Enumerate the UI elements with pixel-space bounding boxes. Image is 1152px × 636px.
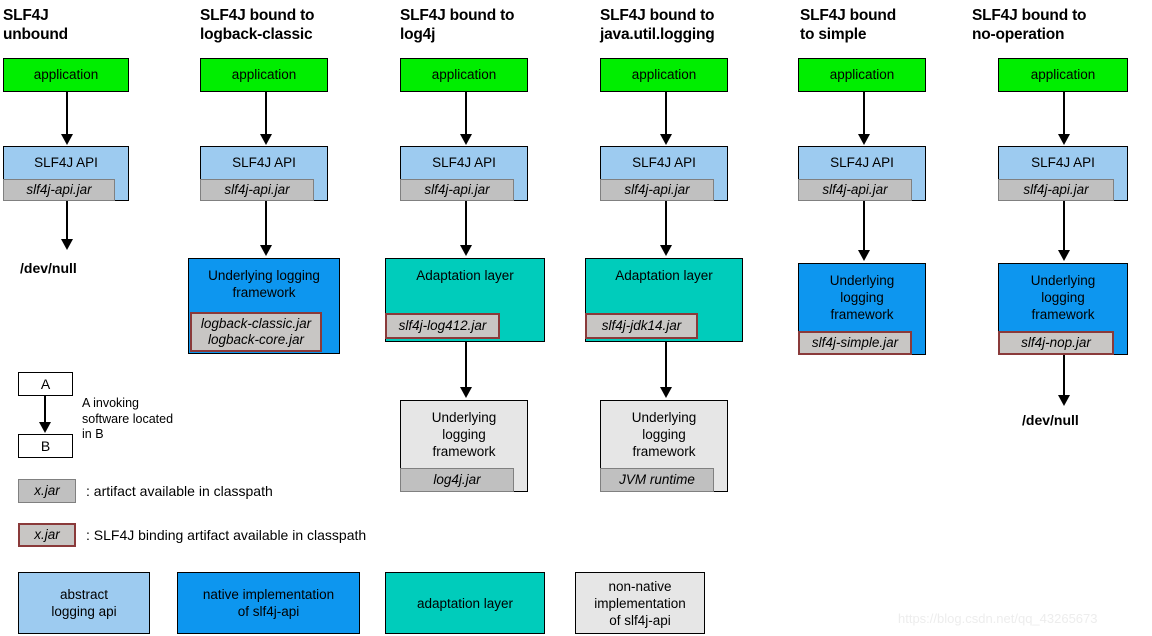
node-label: SLF4J API — [830, 155, 894, 170]
legend-chip-artifact: x.jar — [18, 479, 76, 503]
legend-arrow-description: A invoking software located in B — [82, 396, 174, 441]
node-application-logback-classic: application — [200, 58, 328, 92]
node-application-unbound: application — [3, 58, 129, 92]
legend-chip-binding-artifact: x.jar — [18, 523, 76, 547]
node-label: Underlying logging framework — [829, 273, 895, 322]
jar-slf4j-api-no-operation: slf4j-api.jar — [998, 179, 1114, 201]
terminal-devnull-no-operation: /dev/null — [1022, 412, 1079, 428]
jar-binding-slf4j-simple: slf4j-simple.jar — [798, 331, 912, 355]
node-label: application — [231, 67, 297, 82]
jar-jvm-runtime: JVM runtime — [600, 468, 714, 492]
node-label: application — [829, 67, 895, 82]
column-title-java-util-logging: SLF4J bound to java.util.logging — [600, 7, 715, 43]
node-label: application — [33, 67, 99, 82]
legend-swatch-native-implementation: native implementation of slf4j-api — [177, 572, 360, 634]
column-title-unbound: SLF4J unbound — [3, 7, 68, 43]
node-label: Underlying logging framework — [1030, 273, 1096, 322]
jar-binding-slf4j-nop: slf4j-nop.jar — [998, 331, 1114, 355]
node-label: SLF4J API — [1031, 155, 1095, 170]
column-title-no-operation: SLF4J bound to no-operation — [972, 7, 1087, 43]
node-label: Underlying logging framework — [631, 410, 697, 459]
node-application-log4j: application — [400, 58, 528, 92]
column-title-logback-classic: SLF4J bound to logback-classic — [200, 7, 315, 43]
jar-slf4j-api-logback-classic: slf4j-api.jar — [200, 179, 314, 201]
node-label: SLF4J API — [632, 155, 696, 170]
jar-binding-slf4j-jdk14: slf4j-jdk14.jar — [585, 313, 698, 339]
legend-swatch-abstract-logging-api: abstract logging api — [18, 572, 150, 634]
node-label: application — [631, 67, 697, 82]
jar-log4j: log4j.jar — [400, 468, 514, 492]
node-application-simple: application — [798, 58, 926, 92]
jar-slf4j-api-unbound: slf4j-api.jar — [3, 179, 115, 201]
column-title-simple: SLF4J bound to simple — [800, 7, 896, 43]
legend-artifact-description: : artifact available in classpath — [86, 483, 273, 499]
legend-binding-artifact-description: : SLF4J binding artifact available in cl… — [86, 527, 367, 543]
node-label: Underlying logging framework — [431, 410, 497, 459]
column-title-log4j: SLF4J bound to log4j — [400, 7, 515, 43]
jar-binding-logback: logback-classic.jar logback-core.jar — [190, 312, 322, 352]
jar-slf4j-api-java-util-logging: slf4j-api.jar — [600, 179, 714, 201]
watermark: https://blog.csdn.net/qq_43265673 — [898, 611, 1098, 626]
jar-binding-slf4j-log412: slf4j-log412.jar — [385, 313, 500, 339]
node-label: application — [431, 67, 497, 82]
terminal-devnull-unbound: /dev/null — [20, 260, 77, 276]
node-label: Underlying logging framework — [208, 268, 320, 300]
legend-node-a: A — [18, 372, 73, 396]
legend-node-b: B — [18, 434, 73, 458]
legend-swatch-adaptation-layer: adaptation layer — [385, 572, 545, 634]
node-application-java-util-logging: application — [600, 58, 728, 92]
legend-swatch-non-native-implementation: non-native implementation of slf4j-api — [575, 572, 705, 634]
jar-slf4j-api-log4j: slf4j-api.jar — [400, 179, 514, 201]
node-label: application — [1030, 67, 1096, 82]
diagram-canvas: SLF4J unbound SLF4J bound to logback-cla… — [0, 0, 1152, 636]
node-label: Adaptation layer — [615, 268, 713, 283]
node-label: SLF4J API — [34, 155, 98, 170]
node-label: Adaptation layer — [416, 268, 514, 283]
node-label: SLF4J API — [232, 155, 296, 170]
node-application-no-operation: application — [998, 58, 1128, 92]
node-label: SLF4J API — [432, 155, 496, 170]
jar-slf4j-api-simple: slf4j-api.jar — [798, 179, 912, 201]
